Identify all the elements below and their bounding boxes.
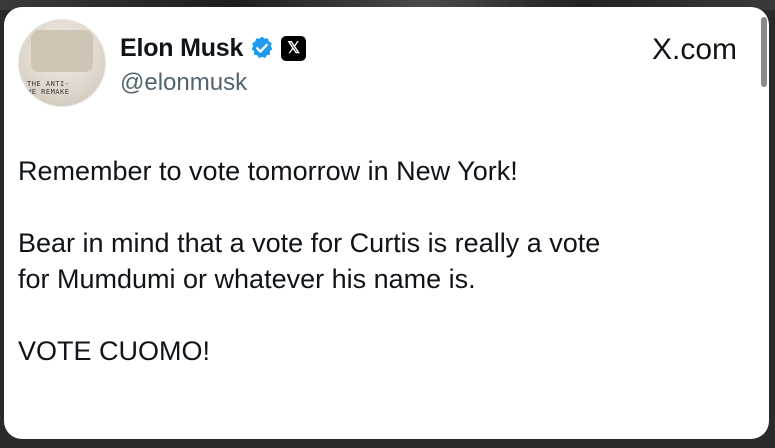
post-line: Bear in mind that a vote for Curtis is r…: [18, 228, 601, 258]
verified-check-icon: [249, 35, 275, 61]
post-card: THE ANTI- WE REMAKE Elon Musk 𝕏 @elonmusk…: [4, 7, 769, 439]
post-line: for Mumdumi or whatever his name is.: [18, 264, 476, 294]
site-label: X.com: [651, 33, 737, 66]
post-line: VOTE CUOMO!: [18, 336, 211, 366]
post-line: Remember to vote tomorrow in New York!: [18, 156, 518, 186]
avatar-caption: THE ANTI- WE REMAKE: [27, 80, 70, 96]
avatar[interactable]: THE ANTI- WE REMAKE: [18, 19, 106, 107]
author-handle[interactable]: @elonmusk: [120, 69, 247, 97]
x-logo-icon[interactable]: 𝕏: [281, 35, 307, 61]
avatar-image: [31, 30, 93, 72]
author-name[interactable]: Elon Musk: [120, 34, 243, 63]
scrollbar[interactable]: [761, 17, 767, 87]
author-row: Elon Musk 𝕏: [120, 31, 307, 65]
post-body: Remember to vote tomorrow in New York! B…: [18, 153, 758, 369]
